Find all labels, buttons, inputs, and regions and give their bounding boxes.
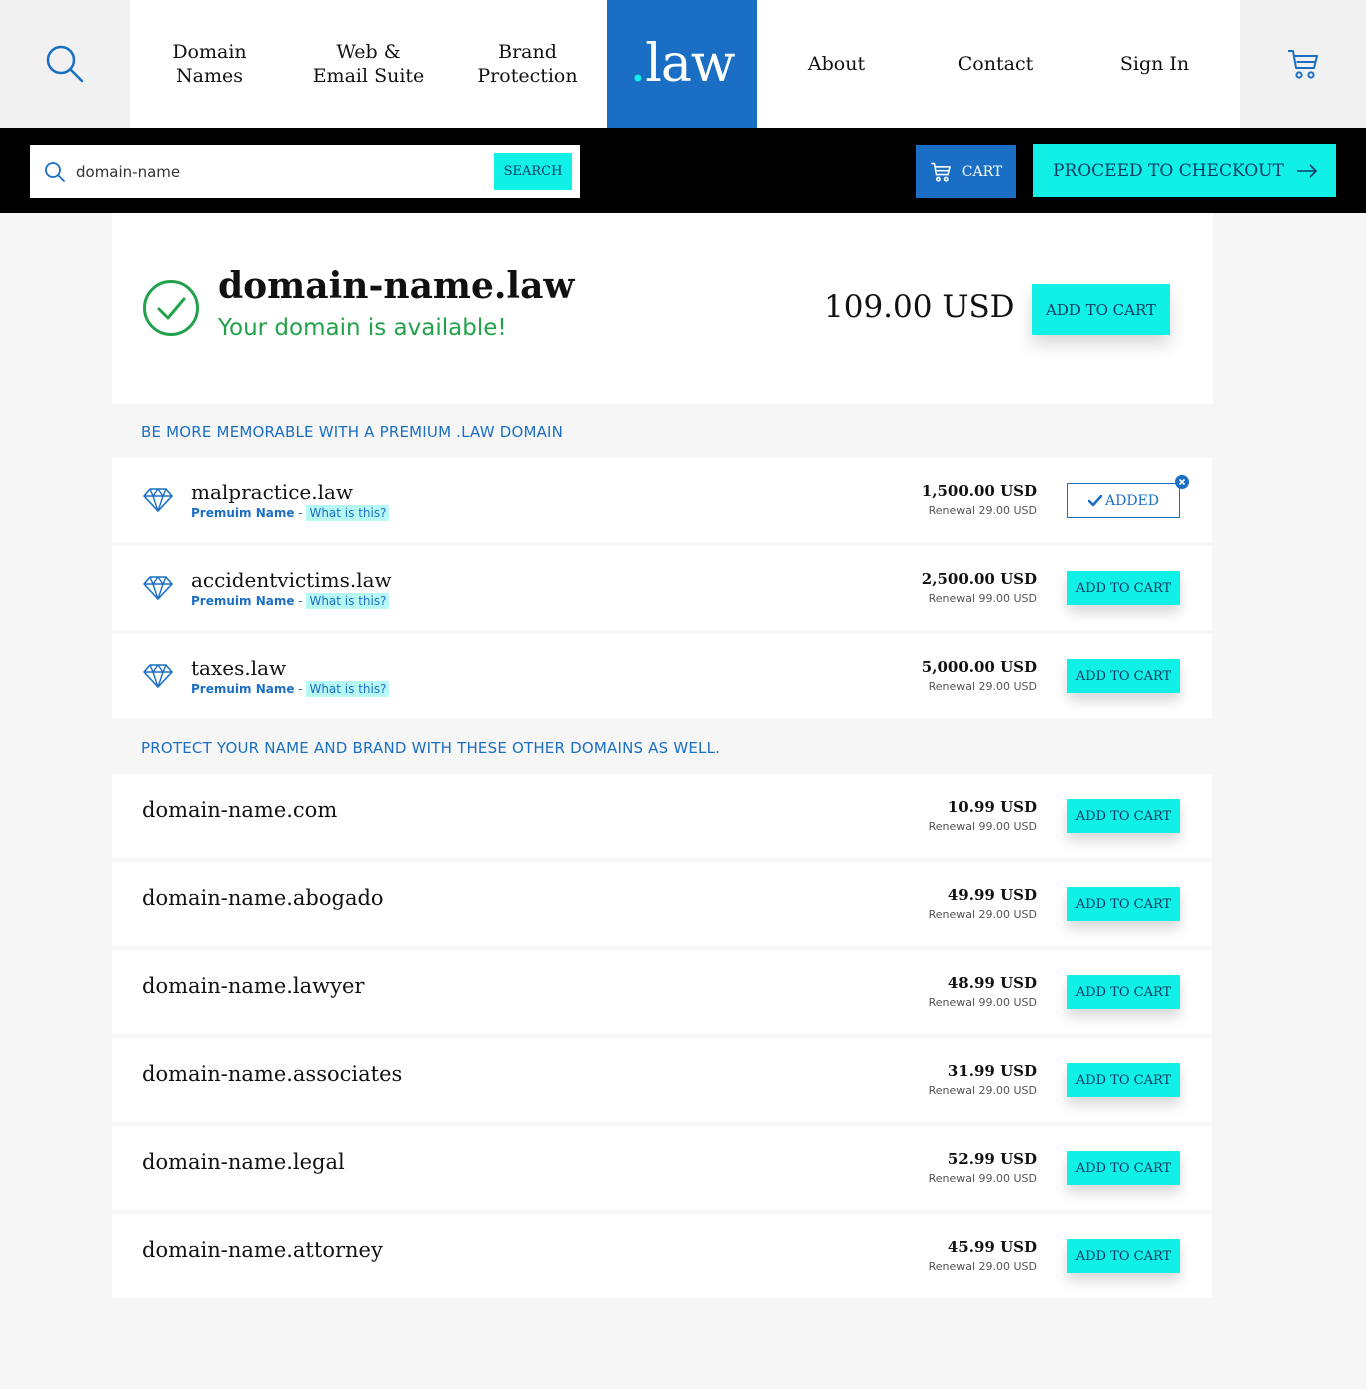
add-to-cart-button[interactable]: ADD TO CART <box>1067 659 1180 693</box>
domain-search-box: SEARCH <box>30 145 580 198</box>
domain-price: 10.99 USD <box>947 798 1037 816</box>
domain-price: 1,500.00 USD <box>921 482 1037 500</box>
nav-domain-names[interactable]: Domain Names <box>130 0 289 128</box>
diamond-icon <box>143 576 173 600</box>
premium-label: Premuim Name <box>191 506 295 520</box>
other-domain-name: domain-name.abogado <box>142 886 384 910</box>
other-domain-row: domain-name.legal 52.99 USD Renewal 99.0… <box>112 1126 1212 1210</box>
premium-label: Premuim Name <box>191 682 295 696</box>
other-domain-row: domain-name.lawyer 48.99 USD Renewal 99.… <box>112 950 1212 1034</box>
primary-price: 109.00 USD <box>824 289 1015 325</box>
add-to-cart-button[interactable]: ADD TO CART <box>1067 571 1180 605</box>
proceed-to-checkout-button[interactable]: PROCEED TO CHECKOUT <box>1033 144 1336 197</box>
search-icon <box>45 162 65 182</box>
checkmark-icon <box>1087 494 1102 506</box>
premium-label: Premuim Name <box>191 594 295 608</box>
renewal-price: Renewal 29.00 USD <box>928 908 1037 921</box>
cart-icon <box>1288 50 1318 79</box>
other-domain-row: domain-name.associates 31.99 USD Renewal… <box>112 1038 1212 1122</box>
nav-brand-protection[interactable]: Brand Protection <box>448 0 607 128</box>
tag-separator: - <box>294 682 307 696</box>
premium-tag: Premuim Name - What is this? <box>191 505 390 521</box>
add-to-cart-button[interactable]: ADD TO CART <box>1067 975 1180 1009</box>
primary-domain-name: domain-name.law <box>218 265 575 307</box>
domain-price: 31.99 USD <box>947 1062 1037 1080</box>
logo-text: law <box>645 34 735 94</box>
premium-tag: Premuim Name - What is this? <box>191 681 390 697</box>
other-domain-name: domain-name.attorney <box>142 1238 383 1262</box>
add-to-cart-button[interactable]: ADD TO CART <box>1067 1151 1180 1185</box>
renewal-price: Renewal 99.00 USD <box>928 996 1037 1009</box>
premium-domain-row: malpractice.law Premuim Name - What is t… <box>112 458 1212 542</box>
renewal-price: Renewal 29.00 USD <box>928 1260 1037 1273</box>
search-button[interactable]: SEARCH <box>494 153 572 190</box>
other-domain-row: domain-name.abogado 49.99 USD Renewal 29… <box>112 862 1212 946</box>
checkout-label: PROCEED TO CHECKOUT <box>1053 160 1284 181</box>
what-is-this-link[interactable]: What is this? <box>306 505 390 521</box>
renewal-price: Renewal 29.00 USD <box>928 504 1037 517</box>
domain-price: 52.99 USD <box>947 1150 1037 1168</box>
top-navigation: Domain Names Web & Email Suite Brand Pro… <box>0 0 1366 128</box>
arrow-right-icon <box>1297 163 1318 178</box>
availability-status: Your domain is available! <box>218 315 507 341</box>
domain-search-input[interactable] <box>76 155 516 188</box>
tag-separator: - <box>294 506 307 520</box>
search-icon <box>46 45 84 83</box>
diamond-icon <box>143 664 173 688</box>
add-to-cart-button[interactable]: ADD TO CART <box>1067 887 1180 921</box>
premium-domain-row: accidentvictims.law Premuim Name - What … <box>112 546 1212 630</box>
diamond-icon <box>143 488 173 512</box>
add-to-cart-button[interactable]: ADD TO CART <box>1067 799 1180 833</box>
renewal-price: Renewal 99.00 USD <box>928 592 1037 605</box>
logo-dot: . <box>629 34 647 94</box>
nav-search-button[interactable] <box>0 0 130 128</box>
law-logo[interactable]: . law <box>607 0 757 128</box>
what-is-this-link[interactable]: What is this? <box>306 593 390 609</box>
premium-domain-name: accidentvictims.law <box>191 568 392 592</box>
added-button[interactable]: ADDED <box>1067 483 1180 518</box>
primary-result: domain-name.law Your domain is available… <box>112 213 1213 404</box>
premium-domain-row: taxes.law Premuim Name - What is this? 5… <box>112 634 1212 718</box>
other-domain-name: domain-name.com <box>142 798 338 822</box>
renewal-price: Renewal 29.00 USD <box>928 680 1037 693</box>
renewal-price: Renewal 29.00 USD <box>928 1084 1037 1097</box>
domain-price: 45.99 USD <box>947 1238 1037 1256</box>
add-to-cart-button[interactable]: ADD TO CART <box>1067 1239 1180 1273</box>
remove-icon[interactable] <box>1175 475 1189 489</box>
nav-bar: Domain Names Web & Email Suite Brand Pro… <box>130 0 1240 128</box>
primary-add-to-cart-button[interactable]: ADD TO CART <box>1032 284 1170 335</box>
other-domain-row: domain-name.attorney 45.99 USD Renewal 2… <box>112 1214 1212 1298</box>
other-domain-name: domain-name.legal <box>142 1150 345 1174</box>
search-cart-bar: SEARCH CART PROCEED TO CHECKOUT <box>0 128 1366 213</box>
nav-contact[interactable]: Contact <box>916 0 1075 128</box>
nav-cart-button[interactable] <box>1240 0 1366 128</box>
other-domains-heading: PROTECT YOUR NAME AND BRAND WITH THESE O… <box>141 739 721 757</box>
nav-sign-in[interactable]: Sign In <box>1075 0 1234 128</box>
tag-separator: - <box>294 594 307 608</box>
added-label: ADDED <box>1104 492 1159 509</box>
renewal-price: Renewal 99.00 USD <box>928 820 1037 833</box>
domain-price: 5,000.00 USD <box>921 658 1037 676</box>
cart-label: CART <box>961 163 1003 180</box>
other-domain-name: domain-name.associates <box>142 1062 403 1086</box>
other-domain-row: domain-name.com 10.99 USD Renewal 99.00 … <box>112 774 1212 858</box>
domain-price: 2,500.00 USD <box>921 570 1037 588</box>
what-is-this-link[interactable]: What is this? <box>306 681 390 697</box>
cart-button[interactable]: CART <box>916 145 1016 198</box>
premium-tag: Premuim Name - What is this? <box>191 593 390 609</box>
premium-section-heading: BE MORE MEMORABLE WITH A PREMIUM .LAW DO… <box>141 423 564 441</box>
add-to-cart-button[interactable]: ADD TO CART <box>1067 1063 1180 1097</box>
domain-price: 48.99 USD <box>947 974 1037 992</box>
check-circle-icon <box>143 280 199 336</box>
renewal-price: Renewal 99.00 USD <box>928 1172 1037 1185</box>
premium-domain-name: malpractice.law <box>191 480 354 504</box>
other-domain-name: domain-name.lawyer <box>142 974 365 998</box>
cart-icon <box>931 162 951 182</box>
nav-web-email-suite[interactable]: Web & Email Suite <box>289 0 448 128</box>
premium-domain-name: taxes.law <box>191 656 287 680</box>
domain-price: 49.99 USD <box>947 886 1037 904</box>
nav-about[interactable]: About <box>757 0 916 128</box>
